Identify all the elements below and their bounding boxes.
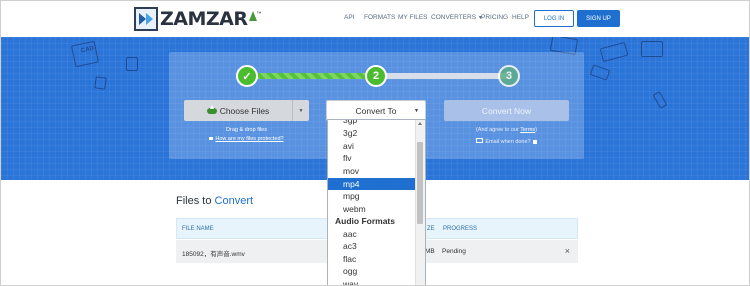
terms-link[interactable]: Terms — [520, 127, 535, 133]
choose-files-button-group: Choose Files ▼ — [184, 100, 309, 121]
logo-tree-icon — [248, 11, 257, 21]
signup-button[interactable]: SIGN UP — [577, 10, 620, 27]
file-size-cell: MB — [425, 248, 435, 255]
step-2-current: 2 — [365, 65, 387, 87]
convert-to-label: Convert To — [355, 105, 397, 116]
file-doodle-icon — [126, 57, 138, 71]
step-1-complete: ✓ — [236, 65, 258, 87]
step-progress-done — [249, 73, 377, 79]
files-protected-label: How are my files protected? — [215, 136, 284, 142]
zamzar-logo[interactable]: ZAMZAR ™ — [134, 6, 262, 32]
choose-files-label: Choose Files — [219, 105, 270, 116]
header-size: ZE — [427, 226, 435, 232]
terms-agreement: (And agree to our Terms) — [444, 127, 569, 133]
format-option[interactable]: flv — [328, 152, 416, 164]
header-progress: PROGRESS — [443, 226, 478, 232]
file-doodle-icon — [641, 41, 663, 57]
dropdown-scrollbar[interactable] — [415, 120, 425, 285]
files-section-title: Files to Convert — [176, 195, 253, 207]
upload-cloud-icon — [206, 104, 217, 115]
nav-converters[interactable]: CONVERTERS ▼ — [431, 14, 483, 21]
envelope-icon — [476, 138, 484, 143]
logo-arrows-icon — [134, 7, 158, 31]
format-option[interactable]: ogg — [328, 265, 416, 277]
terms-suffix: ) — [535, 127, 538, 133]
format-option[interactable]: mov — [328, 165, 416, 177]
caret-down-icon: ▼ — [298, 107, 304, 114]
email-when-done: Email when done? — [444, 138, 569, 145]
format-option[interactable]: wav — [328, 278, 416, 285]
format-option-selected[interactable]: mp4 — [328, 178, 416, 190]
choose-files-source-toggle[interactable]: ▼ — [292, 100, 309, 121]
terms-prefix: (And agree to our — [475, 127, 521, 133]
convert-to-select[interactable]: Convert To ▼ — [326, 100, 426, 121]
format-option[interactable]: 3g2 — [328, 127, 416, 139]
format-option[interactable]: flac — [328, 253, 416, 265]
nav-formats[interactable]: FORMATS — [364, 14, 395, 21]
convert-now-button[interactable]: Convert Now — [444, 100, 569, 121]
nav-converters-label: CONVERTERS — [431, 14, 477, 21]
top-header: ZAMZAR ™ API FORMATS MY FILES CONVERTERS… — [1, 1, 749, 37]
nav-pricing[interactable]: PRICING — [481, 14, 508, 21]
format-option[interactable]: 3gp — [328, 120, 416, 126]
email-label: Email when done? — [485, 139, 531, 145]
nav-help[interactable]: HELP — [512, 14, 529, 21]
files-title-plain: Files to — [176, 195, 215, 207]
format-option[interactable]: webm — [328, 203, 416, 215]
step-progress-pending — [377, 73, 509, 79]
nav-my-files[interactable]: MY FILES — [398, 14, 428, 21]
email-checkbox[interactable] — [532, 139, 537, 144]
nav-api[interactable]: API — [344, 14, 354, 21]
choose-files-button[interactable]: Choose Files — [184, 104, 292, 116]
format-group-header: Audio Formats — [335, 216, 395, 226]
caret-down-icon: ▼ — [414, 108, 419, 114]
lock-icon — [209, 137, 214, 140]
file-name-cell: 185092，有声音.wmv — [182, 251, 245, 258]
progress-cell: Pending — [442, 248, 466, 255]
page-frame: ZAMZAR ™ API FORMATS MY FILES CONVERTERS… — [0, 0, 750, 286]
files-protected-link[interactable]: How are my files protected? — [184, 136, 309, 142]
format-dropdown-list[interactable]: 3gp 3g2 avi flv mov mp4 mpg webm Audio F… — [327, 119, 426, 285]
checkmark-icon: ✓ — [242, 70, 252, 83]
scroll-up-icon[interactable] — [418, 122, 422, 125]
scrollbar-thumb[interactable] — [417, 142, 423, 224]
files-title-accent: Convert — [214, 195, 254, 207]
format-option[interactable]: aac — [328, 228, 416, 240]
format-option[interactable]: avi — [328, 140, 416, 152]
header-file-name: FILE NAME — [182, 226, 214, 232]
file-doodle-icon — [94, 76, 107, 90]
login-button[interactable]: LOG IN — [534, 10, 574, 27]
drag-drop-hint: Drag & drop files — [226, 127, 267, 133]
step-3-pending: 3 — [498, 65, 520, 87]
format-option[interactable]: mpg — [328, 190, 416, 202]
format-option[interactable]: ac3 — [328, 240, 416, 252]
remove-file-icon[interactable]: × — [565, 246, 570, 256]
logo-tm: ™ — [256, 11, 262, 17]
logo-text: ZAMZAR — [160, 8, 248, 30]
